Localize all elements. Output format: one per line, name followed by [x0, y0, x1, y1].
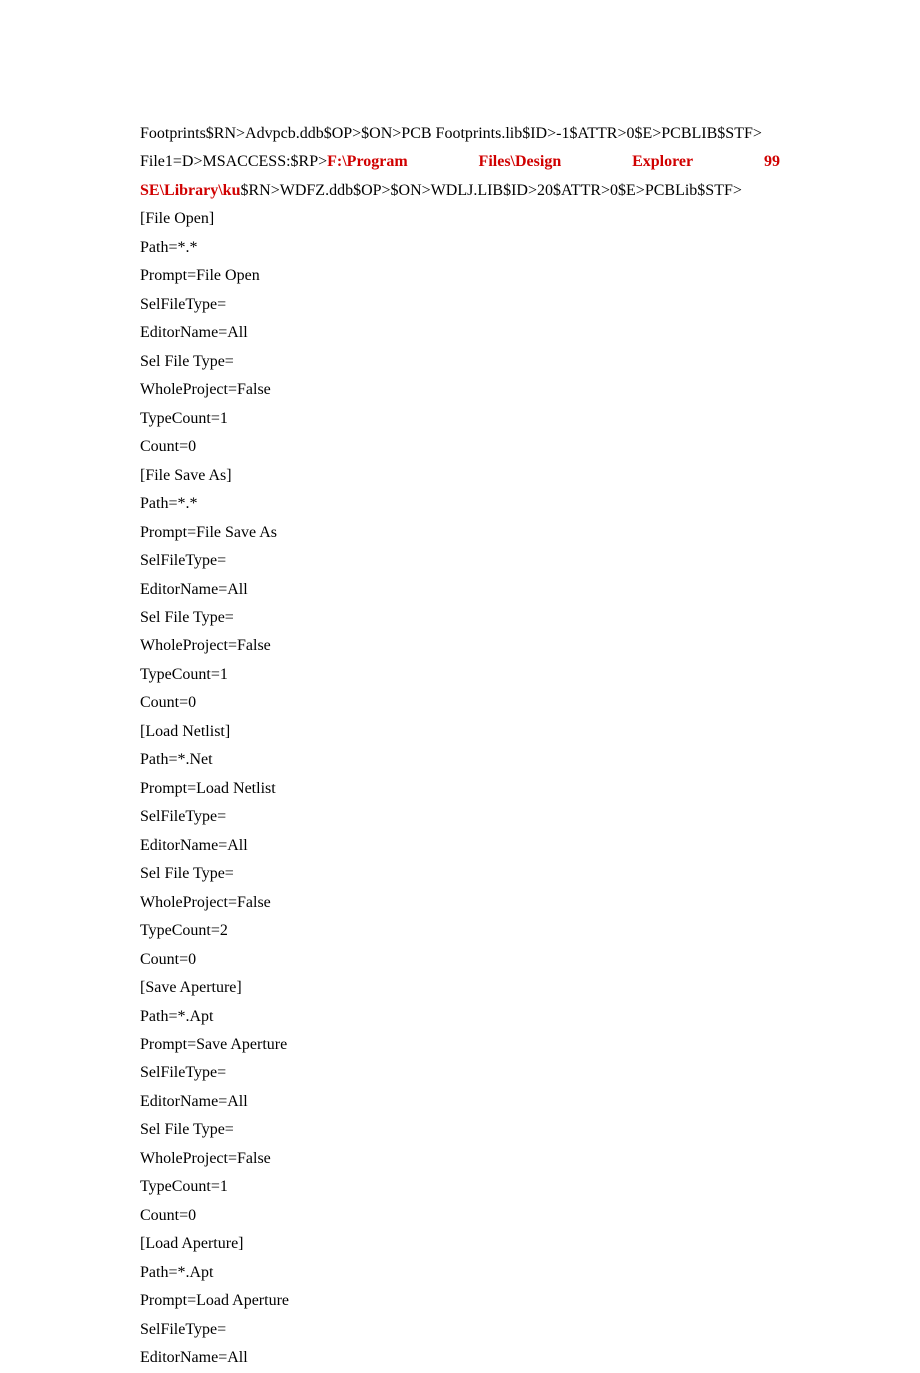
- config-line: Count=0: [140, 689, 780, 717]
- config-line: Sel File Type=: [140, 348, 780, 376]
- section-header: [File Save As]: [140, 462, 780, 490]
- section-header: [Save Aperture]: [140, 974, 780, 1002]
- config-line: TypeCount=1: [140, 661, 780, 689]
- config-line: WholeProject=False: [140, 376, 780, 404]
- text-plain: $RN>WDFZ.ddb$OP>$ON>WDLJ.LIB$ID>20$ATTR>…: [240, 182, 741, 199]
- config-line: Sel File Type=: [140, 860, 780, 888]
- path-highlight: Files\Design: [479, 148, 562, 176]
- text-segment: File1=D>MSACCESS:$RP>F:\Program: [140, 148, 408, 176]
- config-line: Prompt=Save Aperture: [140, 1031, 780, 1059]
- config-line: Path=*.Apt: [140, 1259, 780, 1287]
- path-highlight: Explorer: [632, 148, 693, 176]
- config-line: Sel File Type=: [140, 1116, 780, 1144]
- path-highlight: F:\Program: [327, 153, 408, 170]
- config-line: EditorName=All: [140, 576, 780, 604]
- config-line: TypeCount=1: [140, 1173, 780, 1201]
- config-line: WholeProject=False: [140, 1145, 780, 1173]
- config-line: EditorName=All: [140, 319, 780, 347]
- config-line: Count=0: [140, 946, 780, 974]
- config-line: Prompt=Load Aperture: [140, 1287, 780, 1315]
- config-line: Count=0: [140, 433, 780, 461]
- config-line: SelFileType=: [140, 291, 780, 319]
- path-highlight: SE\Library\ku: [140, 182, 240, 199]
- config-line: Prompt=File Save As: [140, 519, 780, 547]
- config-line: WholeProject=False: [140, 632, 780, 660]
- config-line: TypeCount=2: [140, 917, 780, 945]
- config-line: TypeCount=1: [140, 405, 780, 433]
- config-line: Sel File Type=: [140, 604, 780, 632]
- config-line: Path=*.*: [140, 490, 780, 518]
- config-line: Path=*.Apt: [140, 1003, 780, 1031]
- config-line: EditorName=All: [140, 1088, 780, 1116]
- config-line: SelFileType=: [140, 547, 780, 575]
- config-line: SelFileType=: [140, 803, 780, 831]
- config-line: Footprints$RN>Advpcb.ddb$OP>$ON>PCB Foot…: [140, 120, 780, 148]
- config-line: EditorName=All: [140, 832, 780, 860]
- path-highlight: 99: [764, 148, 780, 176]
- section-header: [Load Aperture]: [140, 1230, 780, 1258]
- config-line: Count=0: [140, 1202, 780, 1230]
- section-header: [Load Netlist]: [140, 718, 780, 746]
- config-line: Prompt=Load Netlist: [140, 775, 780, 803]
- config-line: Path=*.Net: [140, 746, 780, 774]
- config-line: SelFileType=: [140, 1059, 780, 1087]
- config-line-file1: File1=D>MSACCESS:$RP>F:\Program Files\De…: [140, 148, 780, 176]
- config-line: Prompt=File Open: [140, 262, 780, 290]
- document-page: Footprints$RN>Advpcb.ddb$OP>$ON>PCB Foot…: [0, 0, 920, 1373]
- config-line: SelFileType=: [140, 1316, 780, 1344]
- config-line: Path=*.*: [140, 234, 780, 262]
- text-plain: File1=D>MSACCESS:$RP>: [140, 153, 327, 170]
- config-line-file1-cont: SE\Library\ku$RN>WDFZ.ddb$OP>$ON>WDLJ.LI…: [140, 177, 780, 205]
- config-line: WholeProject=False: [140, 889, 780, 917]
- config-line: EditorName=All: [140, 1344, 780, 1372]
- section-header: [File Open]: [140, 205, 780, 233]
